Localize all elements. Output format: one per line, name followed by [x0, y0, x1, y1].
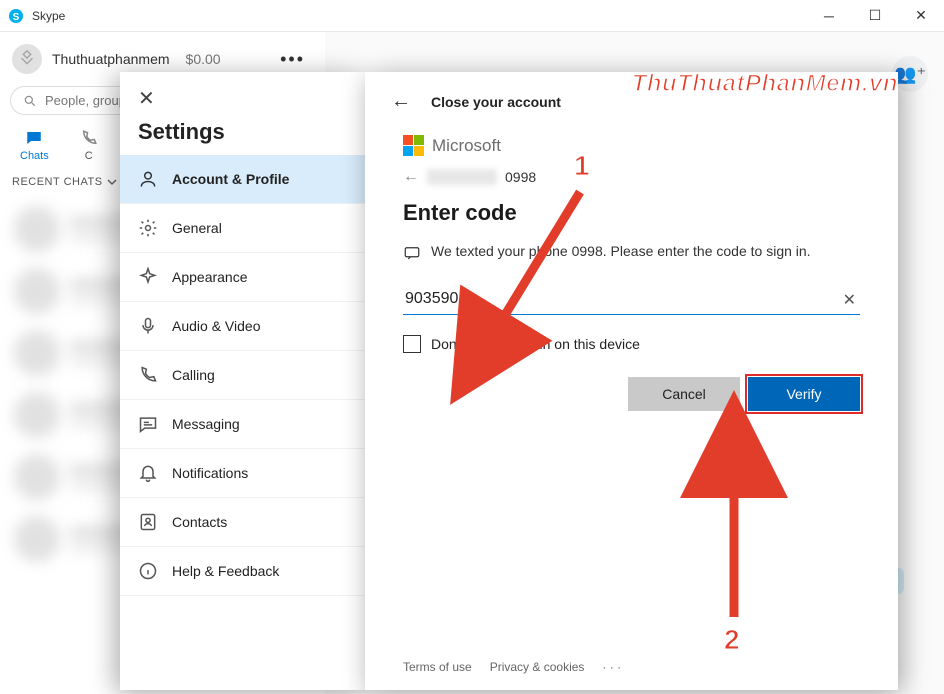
close-settings-button[interactable]: ✕: [120, 72, 365, 111]
settings-panel: ✕ Settings Account & Profile General App…: [120, 72, 365, 690]
user-balance: $0.00: [186, 51, 221, 67]
sparkle-icon: [138, 267, 158, 287]
footer-more[interactable]: · · ·: [602, 660, 621, 674]
profile-more-icon[interactable]: •••: [280, 49, 313, 70]
chat-icon: [24, 129, 44, 147]
dont-ask-label: Don't ask me again on this device: [431, 336, 640, 352]
clear-input-button[interactable]: ✕: [843, 290, 856, 310]
info-icon: [138, 561, 158, 581]
microsoft-logo: Microsoft: [403, 135, 860, 156]
enter-code-heading: Enter code: [403, 200, 860, 226]
verify-message: We texted your phone 0998. Please enter …: [431, 242, 811, 268]
settings-item-audio-video[interactable]: Audio & Video: [120, 302, 365, 351]
maximize-button[interactable]: ☐: [852, 0, 898, 32]
settings-item-calling[interactable]: Calling: [120, 351, 365, 400]
account-suffix: 0998: [505, 169, 536, 185]
user-name: Thuthuatphanmem: [52, 51, 170, 67]
content-title: Close your account: [431, 94, 561, 110]
back-button[interactable]: ←: [391, 90, 411, 113]
account-breadcrumb[interactable]: ← 0998: [403, 168, 860, 186]
settings-item-label: Messaging: [172, 416, 240, 432]
settings-item-general[interactable]: General: [120, 204, 365, 253]
settings-item-label: Account & Profile: [172, 171, 289, 187]
settings-item-label: Contacts: [172, 514, 227, 530]
window-titlebar: S Skype ─ ☐ ✕: [0, 0, 944, 32]
tab-calls-label: C: [85, 150, 93, 162]
search-icon: [23, 94, 37, 108]
watermark: ThuThuatPhanMem.vn: [632, 70, 898, 98]
privacy-link[interactable]: Privacy & cookies: [490, 660, 585, 674]
settings-item-messaging[interactable]: Messaging: [120, 400, 365, 449]
close-window-button[interactable]: ✕: [898, 0, 944, 32]
contacts-icon: [138, 512, 158, 532]
settings-item-label: General: [172, 220, 222, 236]
tab-chats-label: Chats: [20, 150, 49, 162]
settings-item-label: Calling: [172, 367, 215, 383]
settings-item-help[interactable]: Help & Feedback: [120, 547, 365, 596]
settings-item-contacts[interactable]: Contacts: [120, 498, 365, 547]
verify-button[interactable]: Verify: [748, 377, 860, 411]
cancel-button[interactable]: Cancel: [628, 377, 740, 411]
phone-icon: [79, 129, 99, 147]
user-avatar[interactable]: [12, 44, 42, 74]
settings-item-account[interactable]: Account & Profile: [120, 155, 365, 204]
tab-chats[interactable]: Chats: [20, 129, 49, 162]
account-masked: [427, 169, 497, 185]
svg-text:S: S: [13, 12, 20, 23]
settings-item-label: Appearance: [172, 269, 248, 285]
code-value: 9035901: [405, 290, 467, 307]
message-icon: [138, 414, 158, 434]
sms-icon: [403, 244, 421, 268]
chevron-down-icon: [107, 177, 117, 187]
minimize-button[interactable]: ─: [806, 0, 852, 32]
microphone-icon: [138, 316, 158, 336]
terms-link[interactable]: Terms of use: [403, 660, 472, 674]
content-panel: ← Close your account Microsoft ← 0998 En…: [365, 72, 898, 690]
settings-item-label: Notifications: [172, 465, 248, 481]
gear-icon: [138, 218, 158, 238]
settings-item-label: Audio & Video: [172, 318, 260, 334]
back-arrow-icon: ←: [403, 168, 419, 186]
phone-icon: [138, 365, 158, 385]
code-input[interactable]: 9035901: [403, 286, 860, 315]
settings-item-label: Help & Feedback: [172, 563, 279, 579]
settings-item-notifications[interactable]: Notifications: [120, 449, 365, 498]
person-icon: [138, 169, 158, 189]
skype-icon: S: [8, 8, 24, 24]
settings-title: Settings: [120, 111, 365, 155]
dont-ask-checkbox[interactable]: [403, 335, 421, 353]
app-title: Skype: [32, 9, 65, 23]
microsoft-brand-text: Microsoft: [432, 136, 501, 156]
settings-item-appearance[interactable]: Appearance: [120, 253, 365, 302]
bell-icon: [138, 463, 158, 483]
tab-calls[interactable]: C: [79, 129, 99, 162]
